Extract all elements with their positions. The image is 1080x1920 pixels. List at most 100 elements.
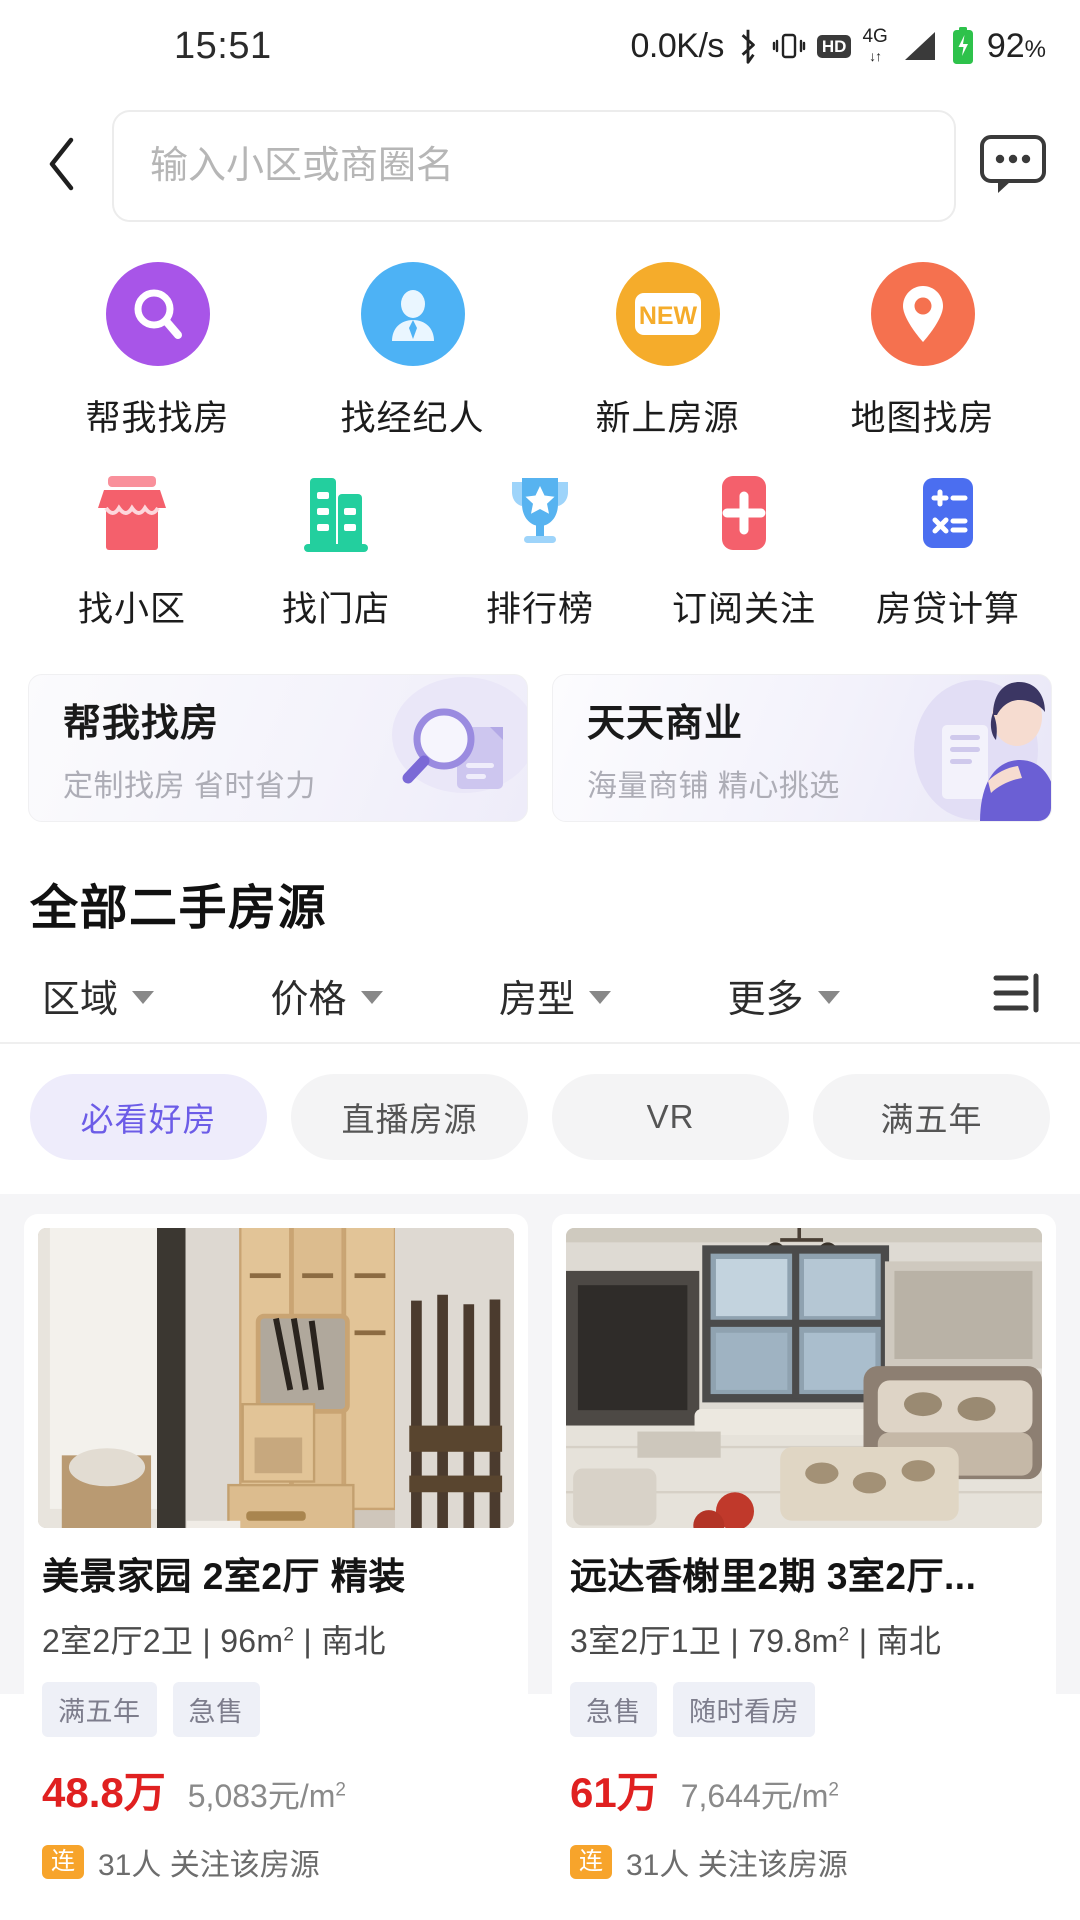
listing-tags: 满五年 急售	[42, 1682, 510, 1737]
quick-action-label: 地图找房	[850, 399, 995, 438]
quick-action-grid: 帮我找房 找经纪人 NEW 新上房源 地图找房 找小区 找门店 排行榜 订阅关注…	[0, 240, 1080, 666]
chevron-left-icon	[45, 136, 79, 197]
listing-info: 远达香榭里2期 3室2厅... 3室2厅1卫 | 79.8m2 | 南北 急售 …	[552, 1528, 1056, 1884]
filter-label: 区域	[42, 978, 119, 1021]
chip-vr[interactable]: VR	[552, 1074, 789, 1160]
status-bar: 15:51 0.0K/s HD 4G ↓↑ 92%	[0, 0, 1080, 92]
quick-filter-chips: 必看好房 直播房源 VR 满五年	[0, 1044, 1080, 1194]
filter-bar: 区域 价格 房型 更多	[0, 948, 1080, 1044]
promo-banner-row: 帮我找房 定制找房 省时省力 天天商业 海量商铺 精心挑选	[0, 666, 1080, 822]
filter-region[interactable]: 区域	[42, 968, 271, 1023]
listing-card[interactable]: 美景家园 2室2厅 精装 2室2厅2卫 | 96m2 | 南北 满五年 急售 4…	[24, 1214, 528, 1888]
quick-action-help-find-house[interactable]: 帮我找房	[30, 262, 285, 441]
listing-card[interactable]: 远达香榭里2期 3室2厅... 3室2厅1卫 | 79.8m2 | 南北 急售 …	[552, 1214, 1056, 1888]
quick-action-new-listings[interactable]: NEW 新上房源	[540, 262, 795, 441]
listing-footer-badge: 连	[42, 1845, 84, 1879]
storefront-icon	[92, 467, 172, 559]
listing-info: 美景家园 2室2厅 精装 2室2厅2卫 | 96m2 | 南北 满五年 急售 4…	[24, 1528, 528, 1884]
promo-card-help-find-house[interactable]: 帮我找房 定制找房 省时省力	[28, 674, 528, 822]
listing-meta: 3室2厅1卫 | 79.8m2 | 南北	[570, 1623, 942, 1659]
battery-percent: 92%	[986, 26, 1046, 65]
chevron-down-icon	[817, 990, 840, 1004]
quick-action-label: 找经纪人	[340, 399, 485, 438]
chip-must-see[interactable]: 必看好房	[30, 1074, 267, 1160]
listing-tag: 随时看房	[673, 1682, 815, 1737]
buildings-icon	[296, 467, 376, 559]
listing-follow-count: 31人 关注该房源	[98, 1849, 320, 1882]
listing-price-row: 61万 7,644元/m2	[570, 1759, 1038, 1820]
listing-footer-badge: 连	[570, 1845, 612, 1879]
chevron-down-icon	[360, 990, 383, 1004]
message-icon	[978, 131, 1048, 202]
signal-type-label: 4G ↓↑	[862, 26, 888, 64]
chip-five-years[interactable]: 满五年	[813, 1074, 1050, 1160]
quick-action-label: 房贷计算	[875, 590, 1020, 629]
bluetooth-icon	[735, 27, 761, 65]
listing-title: 远达香榭里2期 3室2厅...	[570, 1556, 977, 1597]
battery-icon	[950, 26, 976, 66]
filter-more[interactable]: 更多	[728, 968, 957, 1023]
quick-action-label: 新上房源	[595, 399, 740, 438]
listing-unit-price: 5,083元/m2	[187, 1778, 346, 1814]
new-badge-icon: NEW	[615, 262, 720, 366]
back-button[interactable]	[34, 136, 90, 196]
listing-footer: 连 31人 关注该房源	[42, 1840, 510, 1884]
filter-price[interactable]: 价格	[271, 968, 500, 1023]
quick-action-label: 找小区	[77, 590, 186, 629]
quick-action-row-1: 帮我找房 找经纪人 NEW 新上房源 地图找房	[0, 262, 1080, 441]
quick-action-row-2: 找小区 找门店 排行榜 订阅关注 房贷计算	[0, 467, 1080, 632]
chevron-down-icon	[132, 990, 155, 1004]
listing-photo	[38, 1228, 514, 1528]
quick-action-ranking[interactable]: 排行榜	[438, 467, 642, 632]
sort-list-icon	[990, 968, 1046, 1023]
listing-total-price: 48.8万	[42, 1769, 166, 1816]
quick-action-label: 排行榜	[485, 590, 594, 629]
network-speed: 0.0K/s	[630, 26, 725, 65]
chip-live-listing[interactable]: 直播房源	[291, 1074, 528, 1160]
map-pin-icon	[870, 262, 975, 366]
filter-house-type[interactable]: 房型	[499, 968, 728, 1023]
hd-icon: HD	[816, 34, 852, 58]
quick-action-subscribe[interactable]: 订阅关注	[642, 467, 846, 632]
listing-meta: 2室2厅2卫 | 96m2 | 南北	[42, 1623, 386, 1659]
chevron-down-icon	[589, 990, 612, 1004]
listing-unit-price: 7,644元/m2	[680, 1778, 839, 1814]
search-box[interactable]	[112, 110, 956, 222]
vibrate-icon	[772, 29, 806, 63]
search-input[interactable]	[150, 144, 918, 188]
promo-subtitle: 海量商铺 精心挑选	[587, 769, 840, 803]
calculator-icon	[908, 467, 988, 559]
trophy-icon	[500, 467, 580, 559]
sort-button[interactable]	[956, 968, 1046, 1023]
message-button[interactable]	[974, 127, 1052, 205]
listing-price-row: 48.8万 5,083元/m2	[42, 1759, 510, 1820]
listing-total-price: 61万	[570, 1769, 659, 1816]
listing-photo	[566, 1228, 1042, 1528]
quick-action-map-search[interactable]: 地图找房	[795, 262, 1050, 441]
plus-subscribe-icon	[704, 467, 784, 559]
promo-title: 天天商业	[587, 702, 744, 745]
quick-action-label: 订阅关注	[671, 590, 816, 629]
promo-card-commercial[interactable]: 天天商业 海量商铺 精心挑选	[552, 674, 1052, 822]
listing-grid: 美景家园 2室2厅 精装 2室2厅2卫 | 96m2 | 南北 满五年 急售 4…	[24, 1214, 1056, 1888]
quick-action-find-agent[interactable]: 找经纪人	[285, 262, 540, 441]
quick-action-find-store[interactable]: 找门店	[234, 467, 438, 632]
filter-label: 更多	[727, 978, 804, 1021]
promo-subtitle: 定制找房 省时省力	[63, 769, 316, 803]
listing-tags: 急售 随时看房	[570, 1682, 1038, 1737]
listing-footer: 连 31人 关注该房源	[570, 1840, 1038, 1884]
search-header	[0, 92, 1080, 240]
search-circle-icon	[105, 262, 210, 366]
listings-container: 美景家园 2室2厅 精装 2室2厅2卫 | 96m2 | 南北 满五年 急售 4…	[0, 1194, 1080, 1888]
agent-person-icon	[360, 262, 465, 366]
quick-action-mortgage-calculator[interactable]: 房贷计算	[846, 467, 1050, 632]
listing-tag: 急售	[570, 1682, 657, 1737]
quick-action-label: 找门店	[281, 590, 390, 629]
quick-action-find-community[interactable]: 找小区	[30, 467, 234, 632]
listing-tag: 满五年	[42, 1682, 157, 1737]
status-icons: 0.0K/s HD 4G ↓↑ 92%	[631, 26, 1046, 66]
promo-title: 帮我找房	[63, 702, 220, 745]
quick-action-label: 帮我找房	[85, 399, 230, 438]
filter-label: 房型	[499, 978, 576, 1021]
listing-follow-count: 31人 关注该房源	[626, 1849, 848, 1882]
